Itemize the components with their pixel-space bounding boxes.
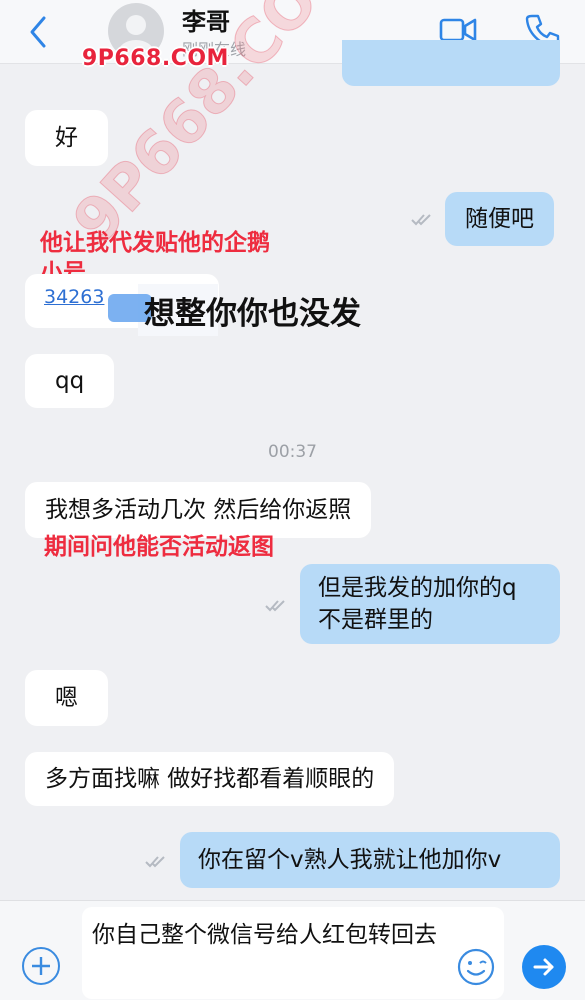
message-bubble[interactable]: 嗯 bbox=[25, 670, 108, 726]
message-bubble[interactable]: 你在留个v熟人我就让他加你v bbox=[180, 832, 560, 888]
message-text: 你在留个v熟人我就让他加你v bbox=[198, 847, 502, 873]
read-tick-icon bbox=[265, 600, 285, 612]
add-attachment-button[interactable] bbox=[22, 947, 60, 985]
message-bubble[interactable]: 但是我发的加你的q 不是群里的 bbox=[300, 564, 560, 644]
plus-icon bbox=[32, 957, 50, 975]
qq-number-link[interactable]: 34263 bbox=[44, 286, 104, 308]
send-arrow-icon bbox=[533, 958, 554, 976]
message-bubble[interactable]: 多方面找嘛 做好找都看着顺眼的 bbox=[25, 752, 395, 806]
message-input[interactable]: 你自己整个微信号给人红包转回去 bbox=[82, 907, 504, 999]
read-tick-icon bbox=[145, 856, 165, 868]
message-bubble[interactable]: 我想多活动几次 然后给你返照 bbox=[25, 482, 372, 538]
message-text: 好 bbox=[55, 125, 78, 151]
back-icon bbox=[30, 16, 46, 48]
send-button[interactable] bbox=[522, 945, 566, 989]
composer-bar: 你自己整个微信号给人红包转回去 bbox=[0, 900, 585, 1000]
message-text: 嗯 bbox=[55, 685, 78, 711]
read-tick-icon bbox=[411, 214, 431, 226]
annotation-line: 他让我代发贴他的企鹅 bbox=[40, 230, 270, 256]
message-text: 多方面找嘛 做好找都看着顺眼的 bbox=[45, 766, 375, 792]
message-text: qq bbox=[55, 368, 85, 394]
back-button[interactable] bbox=[18, 12, 58, 52]
message-bubble[interactable]: 好 bbox=[25, 110, 108, 166]
emoji-icon bbox=[457, 948, 495, 986]
message-timestamp: 00:37 bbox=[268, 442, 317, 462]
message-bubble-partial[interactable] bbox=[342, 40, 560, 86]
message-text: 随便吧 bbox=[465, 206, 534, 232]
message-text: 但是我发的加你的q bbox=[318, 575, 517, 601]
message-bubble[interactable]: qq bbox=[25, 354, 115, 408]
message-bubble[interactable]: 随便吧 bbox=[445, 192, 554, 246]
annotation-overlay: 想整你你也没发 bbox=[144, 296, 361, 332]
message-text: 我想多活动几次 然后给你返照 bbox=[45, 497, 352, 523]
emoji-button[interactable] bbox=[456, 947, 496, 987]
annotation-label: 期间问他能否活动返图 bbox=[44, 534, 274, 560]
message-text: 不是群里的 bbox=[318, 607, 433, 633]
message-input-text: 你自己整个微信号给人红包转回去 bbox=[92, 922, 437, 948]
